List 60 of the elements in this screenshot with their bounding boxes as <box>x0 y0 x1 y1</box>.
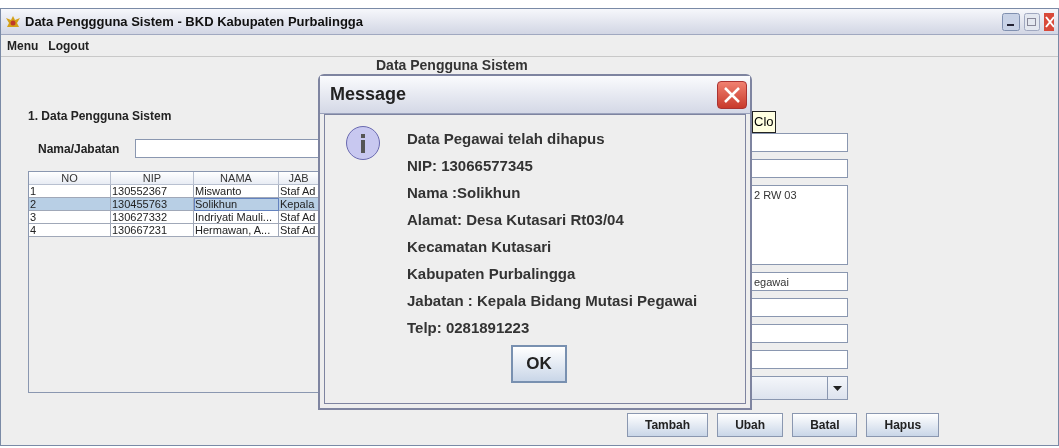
message-text: Jabatan : Kepala Bidang Mutasi Pegawai <box>407 291 698 311</box>
message-text: Nama :Solikhun <box>407 183 522 203</box>
message-text: Kecamatan Kutasari <box>407 237 553 257</box>
page-heading: Data Pengguna Sistem <box>376 57 528 73</box>
text-field[interactable] <box>751 298 848 317</box>
caret-icon <box>833 385 842 391</box>
table-cell: Staf Ad <box>279 211 319 224</box>
message-text: Data Pegawai telah dihapus <box>407 129 606 149</box>
table-cell: 130455763 <box>111 198 194 211</box>
text-field[interactable] <box>751 324 848 343</box>
column-header[interactable]: NAMA <box>194 172 279 185</box>
text-field[interactable] <box>751 133 848 152</box>
menu-item[interactable]: Logout <box>48 38 89 53</box>
text-field[interactable] <box>751 159 848 178</box>
column-header[interactable]: JAB <box>279 172 319 185</box>
action-button[interactable]: Batal <box>792 413 858 437</box>
message-text: Alamat: Desa Kutasari Rt03/04 <box>407 210 625 230</box>
table-cell: 3 <box>29 211 111 224</box>
table-cell: Miswanto <box>194 185 279 198</box>
text-field[interactable] <box>751 350 848 369</box>
close-icon <box>723 86 741 103</box>
emblem-icon <box>5 14 21 29</box>
text-field[interactable]: egawai <box>751 272 848 291</box>
table-cell: Kepala <box>279 198 319 211</box>
ok-button[interactable]: OK <box>511 345 567 383</box>
table-cell: 2 <box>29 198 111 211</box>
action-button[interactable]: Ubah <box>717 413 784 437</box>
tooltip: Clo <box>752 111 776 133</box>
action-button[interactable]: Hapus <box>866 413 940 437</box>
action-button[interactable]: Tambah <box>627 413 709 437</box>
message-text: Kabupaten Purbalingga <box>407 264 577 284</box>
minimize-icon[interactable] <box>1002 12 1020 31</box>
close-icon[interactable] <box>1044 12 1054 31</box>
table-cell: Solikhun <box>194 198 279 211</box>
menu-item[interactable]: Menu <box>7 38 39 53</box>
dropdown[interactable] <box>751 376 848 400</box>
table-cell: Indriyati Mauli... <box>194 211 279 224</box>
column-header[interactable]: NIP <box>111 172 194 185</box>
message-text: NIP: 13066577345 <box>407 156 534 176</box>
table-cell: Staf Ad <box>279 185 319 198</box>
table-row[interactable]: 4 130667231 Hermawan, A... Staf Ad <box>29 224 318 237</box>
table-cell: 130667231 <box>111 224 194 237</box>
close-button[interactable] <box>717 80 747 109</box>
info-icon <box>345 125 381 163</box>
table-cell: 1 <box>29 185 111 198</box>
column-header[interactable]: NO <box>29 172 111 185</box>
window-title: Data Penggguna Sistem - BKD Kabupaten Purbalingga <box>25 14 365 29</box>
field-label: Nama/Jabatan <box>38 141 120 156</box>
table-cell: Hermawan, A... <box>194 224 279 237</box>
text-area[interactable]: 2 RW 03 <box>751 185 848 265</box>
message-text: Telp: 0281891223 <box>407 318 531 338</box>
table-row[interactable]: 3 130627332 Indriyati Mauli... Staf Ad <box>29 211 318 224</box>
table-row[interactable]: 2 130455763 Solikhun Kepala <box>29 198 318 211</box>
table-cell: 130627332 <box>111 211 194 224</box>
table-row[interactable]: 1 130552367 Miswanto Staf Ad <box>29 185 318 198</box>
table-cell: Staf Ad <box>279 224 319 237</box>
dialog-title: Message <box>330 84 407 105</box>
section-title: 1. Data Pengguna Sistem <box>28 109 173 125</box>
table-cell: 4 <box>29 224 111 237</box>
table-cell: 130552367 <box>111 185 194 198</box>
